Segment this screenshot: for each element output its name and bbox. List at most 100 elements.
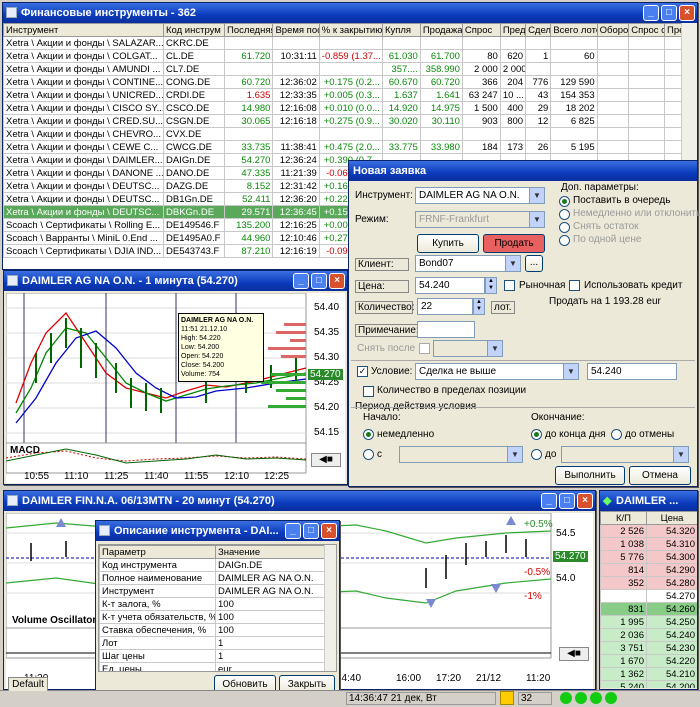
table-row[interactable]: 5 776 54.300: [600, 550, 697, 564]
column-header[interactable]: Продажа: [419, 23, 463, 37]
table-row[interactable]: Xetra \ Акции и фонды \ UNICRED... CRDI.D…: [3, 88, 697, 102]
condition-checkbox[interactable]: ✓: [357, 366, 368, 377]
remove-after-checkbox[interactable]: [419, 343, 430, 354]
chart1-plot[interactable]: 54.40 54.35 54.30 54.25 54.20 54.15 54.270 MA…: [5, 292, 345, 483]
execute-button[interactable]: Выполнить: [555, 466, 625, 485]
chevron-down-icon[interactable]: ▼: [505, 256, 520, 271]
minimize-icon[interactable]: _: [293, 273, 309, 289]
column-header[interactable]: Спрос с: [628, 23, 665, 37]
table-row[interactable]: 831 54.260: [600, 602, 697, 616]
column-header[interactable]: Значение: [215, 545, 326, 559]
maximize-icon[interactable]: □: [661, 5, 677, 21]
dom-titlebar[interactable]: ◆ DAIMLER ...: [600, 491, 697, 511]
close-icon[interactable]: ×: [329, 273, 345, 289]
close-icon[interactable]: ×: [679, 5, 695, 21]
table-row[interactable]: 5 240 54.200: [600, 680, 697, 688]
cancel-button[interactable]: Отмена: [629, 466, 691, 485]
end-cancel-radio[interactable]: [611, 429, 622, 440]
table-row[interactable]: 3 751 54.230: [600, 641, 697, 655]
chevron-down-icon[interactable]: ▼: [529, 212, 544, 227]
table-row[interactable]: 352 54.280: [600, 576, 697, 590]
minimize-icon[interactable]: _: [541, 493, 557, 509]
table-row[interactable]: Xetra \ Акции и фонды \ COLGAT... CL.DE 61…: [3, 49, 697, 63]
chevron-down-icon[interactable]: ▼: [487, 341, 502, 356]
remove-after-select[interactable]: ▼: [433, 340, 503, 357]
column-header[interactable]: Оборот: [596, 23, 630, 37]
table-row[interactable]: К-т учета обязательств, % 100: [99, 610, 326, 624]
table-row[interactable]: 1 362 54.210: [600, 667, 697, 681]
instrument-select[interactable]: DAIMLER AG NA O.N. ▼: [415, 187, 545, 204]
close-icon[interactable]: ×: [577, 493, 593, 509]
table-row[interactable]: Ставка обеспечения, % 100: [99, 623, 326, 637]
table-row[interactable]: 814 54.290: [600, 563, 697, 577]
minimize-icon[interactable]: _: [285, 523, 301, 539]
extra-option-radio[interactable]: [559, 196, 570, 207]
column-header[interactable]: Цена: [646, 511, 697, 525]
column-header[interactable]: К/П: [600, 511, 647, 525]
table-row[interactable]: 2 036 54.240: [600, 628, 697, 642]
qty-spinner[interactable]: ▲ ▼: [473, 298, 485, 315]
client-select[interactable]: Bond07 ▼: [415, 255, 521, 272]
table-row[interactable]: Xetra \ Акции и фонды \ CISCO SY... CSCO.…: [3, 101, 697, 115]
table-row[interactable]: 1 038 54.310: [600, 537, 697, 551]
instruments-titlebar[interactable]: Финансовые инструменты - 362 _ □ ×: [3, 3, 697, 23]
column-header[interactable]: % к закрытию: [318, 23, 383, 37]
chart1-titlebar[interactable]: DAIMLER AG NA O.N. - 1 минута (54.270) _…: [4, 271, 347, 291]
table-row[interactable]: 1 995 54.250: [600, 615, 697, 629]
default-tab[interactable]: Default: [8, 677, 48, 691]
extra-option-radio[interactable]: [559, 222, 570, 233]
desc-scrollbar[interactable]: [324, 545, 336, 671]
table-row[interactable]: К-т залога, % 100: [99, 597, 326, 611]
table-row[interactable]: Xetra \ Акции и фонды \ CRED.SU... CSGN.D…: [3, 114, 697, 128]
column-header[interactable]: Код инструм: [162, 23, 226, 37]
table-row[interactable]: Xetra \ Акции и фонды \ AMUNDI ... CL7.DE…: [3, 62, 697, 76]
column-header[interactable]: Всего лотов: [550, 23, 598, 37]
maximize-icon[interactable]: □: [303, 523, 319, 539]
table-row[interactable]: Xetra \ Акции и фонды \ SALAZAR... CKRC.D…: [3, 36, 697, 50]
qty-input[interactable]: 22: [417, 298, 473, 315]
column-header[interactable]: Спрос: [461, 23, 501, 37]
price-input[interactable]: 54.240: [415, 277, 485, 294]
order-titlebar[interactable]: Новая заявка: [349, 161, 697, 181]
market-checkbox[interactable]: [504, 280, 515, 291]
table-row[interactable]: 54.270: [600, 589, 697, 603]
sell-button[interactable]: Продать: [483, 234, 545, 253]
column-header[interactable]: Сделок: [525, 23, 552, 37]
chevron-down-icon[interactable]: ▼: [529, 188, 544, 203]
end-until-radio[interactable]: [531, 449, 542, 460]
column-header[interactable]: Время посл: [272, 23, 320, 37]
maximize-icon[interactable]: □: [559, 493, 575, 509]
table-row[interactable]: Ед. цены eur: [99, 662, 326, 671]
table-row[interactable]: Полное наименование DAIMLER AG NA O.N.: [99, 571, 326, 585]
table-row[interactable]: Код инструмента DAIGn.DE: [99, 558, 326, 572]
close-icon[interactable]: ×: [321, 523, 337, 539]
note-input[interactable]: [417, 321, 475, 338]
table-row[interactable]: 1 670 54.220: [600, 654, 697, 668]
condition-select[interactable]: Сделка не выше ▼: [415, 363, 579, 380]
scroll-right-icon[interactable]: ◀■: [311, 453, 341, 467]
table-row[interactable]: Шаг цены 1: [99, 649, 326, 663]
table-row[interactable]: Xetra \ Акции и фонды \ CHEVRO... CVX.DE: [3, 127, 697, 141]
mode-select[interactable]: FRNF-Frankfurt ▼: [415, 211, 545, 228]
qty-pos-checkbox[interactable]: [363, 386, 374, 397]
minimize-icon[interactable]: _: [643, 5, 659, 21]
column-header[interactable]: Параметр: [99, 545, 216, 559]
maximize-icon[interactable]: □: [311, 273, 327, 289]
start-from-radio[interactable]: [363, 449, 374, 460]
extra-option-radio[interactable]: [559, 235, 570, 246]
chevron-down-icon[interactable]: ▼: [673, 447, 688, 462]
chevron-down-icon[interactable]: ▼: [507, 447, 522, 462]
client-more-button[interactable]: ...: [525, 255, 543, 272]
chart2-titlebar[interactable]: DAIMLER FIN.N.A. 06/13MTN - 20 минут (54…: [4, 491, 595, 511]
table-row[interactable]: Xetra \ Акции и фонды \ CEWE C... CWCG.DE…: [3, 140, 697, 154]
table-row[interactable]: 2 526 54.320: [600, 524, 697, 538]
chevron-down-icon[interactable]: ▼: [563, 364, 578, 379]
column-header[interactable]: Инструмент: [3, 23, 164, 37]
column-header[interactable]: Купля: [381, 23, 421, 37]
buy-button[interactable]: Купить: [417, 234, 479, 253]
start-date-select[interactable]: ▼: [399, 446, 523, 463]
table-row[interactable]: Xetra \ Акции и фонды \ CONTINE... CONG.D…: [3, 75, 697, 89]
end-date-select[interactable]: ▼: [561, 446, 689, 463]
start-now-radio[interactable]: [363, 429, 374, 440]
use-credit-checkbox[interactable]: [569, 280, 580, 291]
